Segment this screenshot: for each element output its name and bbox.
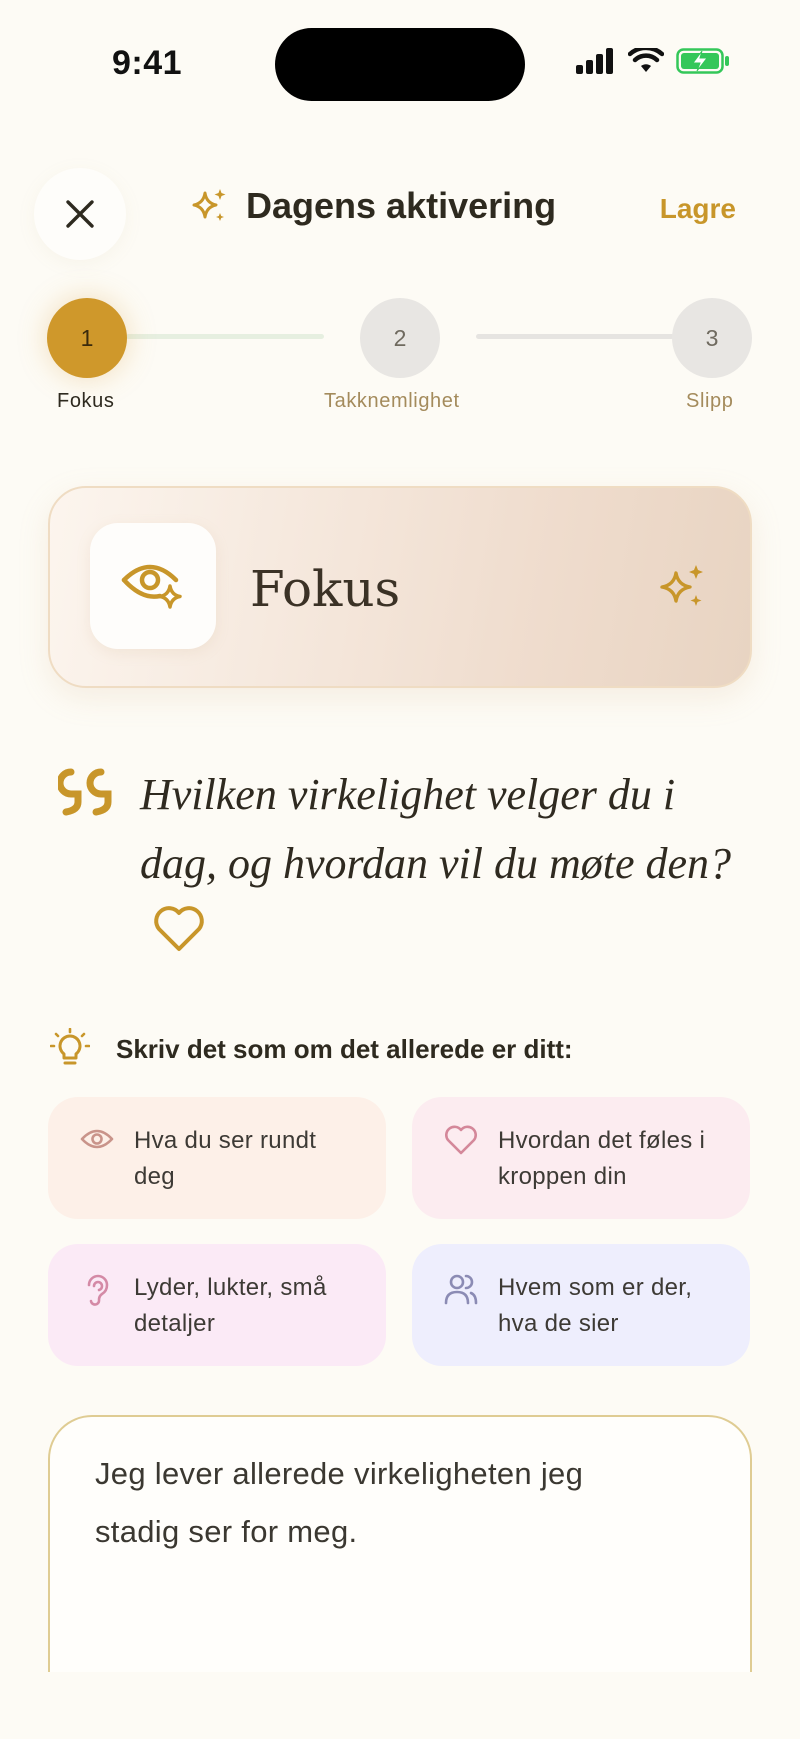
page-title: Dagens aktivering	[246, 185, 557, 226]
prompt-title: Skriv det som om det allerede er ditt:	[116, 1034, 573, 1064]
question-text: Hvilken virkelighet velger du i dag, og …	[140, 760, 740, 973]
quote-icon	[56, 768, 118, 825]
status-time: 9:41	[112, 44, 183, 82]
step-2-label: Takknemlighet	[324, 390, 460, 412]
hint-chip-label: Hva du ser rundt deg	[134, 1127, 317, 1190]
hint-chip-senses[interactable]: Lyder, lukter, små detaljer	[48, 1244, 386, 1366]
lightbulb-icon	[49, 1027, 91, 1075]
sparkles-icon	[192, 189, 226, 221]
eye-icon	[80, 1125, 114, 1158]
step-1-label: Fokus	[57, 390, 115, 412]
hint-chip-see[interactable]: Hva du ser rundt deg	[48, 1097, 386, 1219]
heart-icon	[152, 904, 206, 973]
step-1-circle[interactable]: 1	[47, 298, 127, 378]
hint-chip-feel[interactable]: Hvordan det føles i kroppen din	[412, 1097, 750, 1219]
hint-chip-people[interactable]: Hvem som er der, hva de sier	[412, 1244, 750, 1366]
wifi-icon	[628, 48, 664, 72]
step-2-circle[interactable]: 2	[360, 298, 440, 378]
close-button[interactable]	[34, 168, 126, 260]
people-icon	[444, 1272, 478, 1311]
heart-icon	[444, 1125, 478, 1160]
question-label: Hvilken virkelighet velger du i dag, og …	[140, 770, 732, 888]
status-icons	[576, 48, 730, 74]
header-title-group: Dagens aktivering	[190, 185, 556, 227]
close-icon	[66, 200, 94, 228]
hint-chip-label: Hvordan det føles i kroppen din	[498, 1127, 706, 1190]
step-connector-1	[126, 334, 324, 339]
dynamic-island	[275, 28, 525, 101]
step-3-label: Slipp	[686, 390, 734, 412]
step-connector-2	[476, 334, 674, 339]
focus-card-title: Fokus	[250, 560, 401, 618]
hint-chip-label: Hvem som er der, hva de sier	[498, 1274, 693, 1337]
ear-icon	[80, 1272, 114, 1311]
focus-icon-box	[90, 523, 216, 649]
battery-icon	[676, 48, 729, 74]
bottom-area	[0, 1672, 800, 1739]
answer-text[interactable]: Jeg lever allerede virkeligheten jeg sta…	[95, 1445, 675, 1561]
eye-sparkle-icon	[121, 564, 182, 609]
save-button[interactable]: Lagre	[660, 193, 736, 225]
sparkles-icon	[658, 563, 706, 614]
hint-chip-label: Lyder, lukter, små detaljer	[134, 1274, 327, 1337]
step-3-circle[interactable]: 3	[672, 298, 752, 378]
signal-icon	[576, 48, 613, 74]
